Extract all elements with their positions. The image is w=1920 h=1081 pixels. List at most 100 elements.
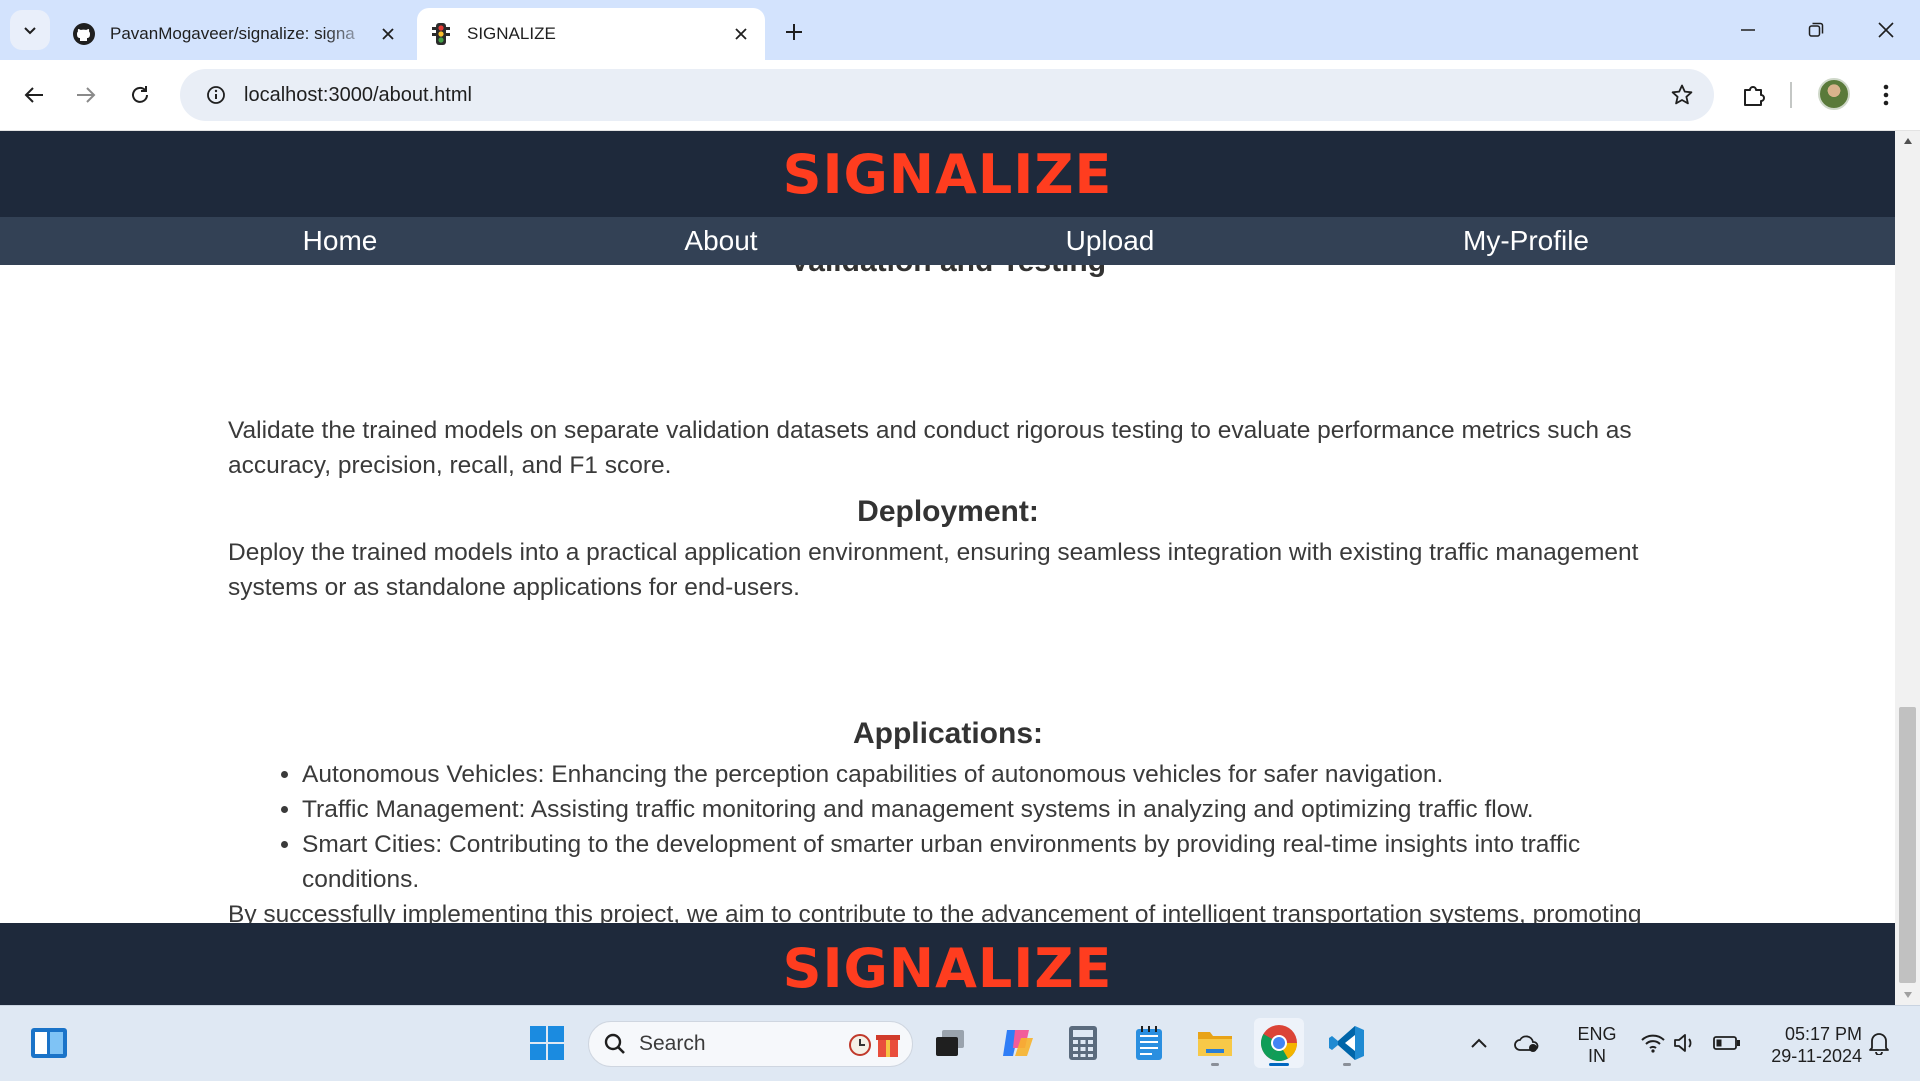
chrome-button[interactable]	[1254, 1018, 1304, 1068]
reload-button[interactable]	[122, 77, 158, 113]
clock-time: 05:17 PM	[1784, 1024, 1862, 1044]
deployment-heading: Deployment:	[857, 495, 1039, 528]
folder-icon	[1198, 1032, 1232, 1056]
copilot-button[interactable]	[992, 1018, 1042, 1068]
wifi-icon	[1641, 1034, 1665, 1053]
wifi-status[interactable]	[1638, 1018, 1668, 1068]
running-indicator	[1343, 1063, 1351, 1066]
nav-upload[interactable]: Upload	[1066, 217, 1155, 265]
widgets-button[interactable]	[24, 1018, 74, 1068]
search-highlight-icon	[849, 1034, 900, 1057]
start-button[interactable]	[522, 1018, 572, 1068]
region-code: IN	[1588, 1046, 1606, 1066]
vscode-icon	[1329, 1026, 1364, 1060]
list-item: Smart Cities: Contributing to the develo…	[302, 827, 1668, 897]
site-header: SIGNALIZE	[0, 131, 1895, 217]
widgets-icon	[31, 1028, 67, 1058]
tab-github[interactable]: PavanMogaveer/signalize: signa	[60, 8, 412, 60]
tab-title: SIGNALIZE	[467, 24, 556, 43]
speaker-icon	[1674, 1034, 1692, 1052]
deployment-text: Deploy the trained models into a practic…	[228, 539, 1639, 601]
notifications-button[interactable]	[1864, 1018, 1894, 1068]
task-view-icon	[936, 1030, 964, 1056]
scroll-down-arrow-icon[interactable]	[1895, 985, 1920, 1005]
site-nav: Home About Upload My-Profile	[0, 217, 1895, 265]
scroll-up-arrow-icon[interactable]	[1895, 131, 1920, 151]
back-arrow-icon	[24, 87, 43, 103]
vscode-button[interactable]	[1322, 1018, 1372, 1068]
about-content: Validation and Testing Validate the trai…	[228, 245, 1668, 967]
validation-text: Validate the trained models on separate …	[228, 417, 1632, 479]
onedrive-button[interactable]	[1512, 1018, 1542, 1068]
page-scrollbar[interactable]	[1895, 131, 1920, 1005]
tab-search-button[interactable]	[10, 10, 50, 50]
chevron-down-icon	[24, 27, 36, 35]
new-tab-button[interactable]	[776, 14, 812, 50]
list-item: Traffic Management: Assisting traffic mo…	[302, 792, 1668, 827]
taskbar-search[interactable]: Search	[588, 1021, 913, 1067]
notepad-icon	[1136, 1026, 1162, 1060]
minimize-icon	[1741, 29, 1755, 31]
applications-list: Autonomous Vehicles: Enhancing the perce…	[228, 757, 1668, 897]
browser-toolbar: localhost:3000/about.html	[0, 60, 1920, 131]
site-info-icon[interactable]	[192, 85, 240, 105]
search-label: Search	[639, 1032, 706, 1055]
file-explorer-button[interactable]	[1190, 1018, 1240, 1068]
minimize-button[interactable]	[1720, 12, 1776, 48]
battery-status[interactable]	[1710, 1018, 1744, 1068]
site-logo[interactable]: SIGNALIZE	[783, 143, 1113, 206]
windows-icon	[530, 1026, 564, 1060]
copilot-icon	[1003, 1030, 1033, 1056]
chevron-up-icon	[1471, 1038, 1487, 1048]
search-icon	[604, 1033, 625, 1054]
clock[interactable]: 05:17 PM 29-11-2024	[1752, 1023, 1862, 1067]
url-text[interactable]: localhost:3000/about.html	[244, 84, 472, 107]
back-button[interactable]	[16, 77, 52, 113]
extensions-button[interactable]	[1736, 77, 1772, 113]
chrome-icon	[1260, 1025, 1297, 1062]
calculator-button[interactable]	[1058, 1018, 1108, 1068]
site-footer: SIGNALIZE	[0, 923, 1895, 1005]
language-indicator[interactable]: ENG IN	[1572, 1023, 1622, 1067]
github-icon	[72, 22, 96, 46]
close-tab-icon[interactable]	[376, 22, 400, 46]
profile-avatar[interactable]	[1818, 78, 1850, 110]
restore-icon	[1808, 22, 1824, 37]
plus-icon	[786, 24, 802, 40]
bookmark-star-icon[interactable]	[1668, 81, 1696, 109]
reload-icon	[132, 86, 148, 103]
close-tab-icon[interactable]	[729, 22, 753, 46]
restore-button[interactable]	[1788, 12, 1844, 48]
running-indicator	[1211, 1063, 1219, 1066]
nav-my-profile[interactable]: My-Profile	[1463, 217, 1589, 265]
applications-heading: Applications:	[852, 717, 1043, 750]
calculator-icon	[1069, 1026, 1097, 1060]
more-vertical-icon	[1883, 84, 1889, 106]
bell-icon	[1869, 1033, 1889, 1055]
browser-menu-button[interactable]	[1868, 77, 1904, 113]
close-window-button[interactable]	[1858, 12, 1914, 48]
browser-tab-bar: PavanMogaveer/signalize: signa SIGNALIZE	[0, 0, 1920, 60]
list-item: Autonomous Vehicles: Enhancing the perce…	[302, 757, 1668, 792]
show-hidden-icons-button[interactable]	[1465, 1018, 1493, 1068]
traffic-light-icon	[429, 22, 453, 46]
nav-home[interactable]: Home	[303, 217, 378, 265]
task-view-button[interactable]	[925, 1018, 975, 1068]
nav-about[interactable]: About	[684, 217, 757, 265]
forward-button[interactable]	[68, 77, 104, 113]
notepad-button[interactable]	[1124, 1018, 1174, 1068]
page-viewport: Validation and Testing Validate the trai…	[0, 131, 1895, 1005]
taskbar: Search ENG IN 05:17 PM 29-11-2024	[0, 1005, 1920, 1081]
tab-signalize[interactable]: SIGNALIZE	[417, 8, 765, 60]
puzzle-icon	[1744, 86, 1765, 106]
tab-title: PavanMogaveer/signalize: signa	[110, 24, 355, 43]
active-indicator	[1269, 1063, 1289, 1066]
footer-logo: SIGNALIZE	[782, 936, 1113, 1000]
scrollbar-thumb[interactable]	[1899, 707, 1916, 983]
battery-icon	[1713, 1036, 1740, 1050]
address-bar[interactable]: localhost:3000/about.html	[180, 69, 1714, 121]
close-icon	[1878, 22, 1894, 38]
cloud-icon	[1514, 1035, 1539, 1052]
clock-date: 29-11-2024	[1771, 1046, 1862, 1066]
volume-status[interactable]	[1670, 1018, 1700, 1068]
